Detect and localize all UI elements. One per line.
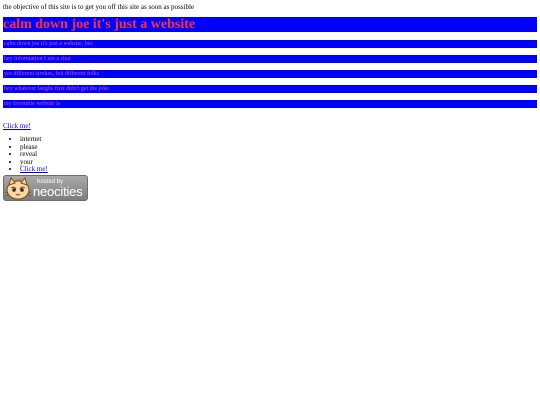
- hero-title: calm down joe it's just a website: [3, 17, 196, 32]
- blue-bar-5: my favourite website is: [3, 100, 537, 108]
- hero-banner: calm down joe it's just a website: [3, 17, 537, 32]
- page: the objective of this site is to get you…: [0, 0, 540, 405]
- blue-bar-3: yes different strokes, feit different fo…: [3, 70, 537, 78]
- blue-bar-1-text: calm down joe it's just a website, bet.: [4, 41, 94, 47]
- blue-bar-4: hey whatever laughs first didn't get the…: [3, 85, 537, 93]
- blue-bar-2-text: hey information I am a chat: [4, 56, 71, 62]
- click-me-link[interactable]: Click me!: [3, 122, 31, 131]
- list-item-internet: internet: [20, 135, 537, 144]
- list-item-reveal: reveal: [20, 151, 537, 159]
- list-item-your: your: [20, 158, 537, 167]
- neocities-badge-link[interactable]: hosted by neocities: [3, 175, 88, 201]
- neocities-cat-icon: [5, 177, 31, 200]
- blue-bar-1: calm down joe it's just a website, bet.: [3, 40, 537, 48]
- badge-brand-text: neocities: [33, 184, 83, 199]
- list-item-link: Click me!: [20, 166, 537, 174]
- list-item-please: please: [20, 143, 537, 152]
- blue-bar-5-text: my favourite website is: [4, 101, 61, 107]
- list-click-me-link[interactable]: Click me!: [20, 165, 48, 174]
- intro-text: the objective of this site is to get you…: [3, 3, 194, 11]
- blue-bar-3-text: yes different strokes, feit different fo…: [4, 71, 100, 77]
- blue-bar-4-text: hey whatever laughs first didn't get the…: [4, 86, 109, 92]
- word-list: internet please reveal your Click me!: [3, 135, 537, 174]
- blue-bar-2: hey information I am a chat: [3, 55, 537, 63]
